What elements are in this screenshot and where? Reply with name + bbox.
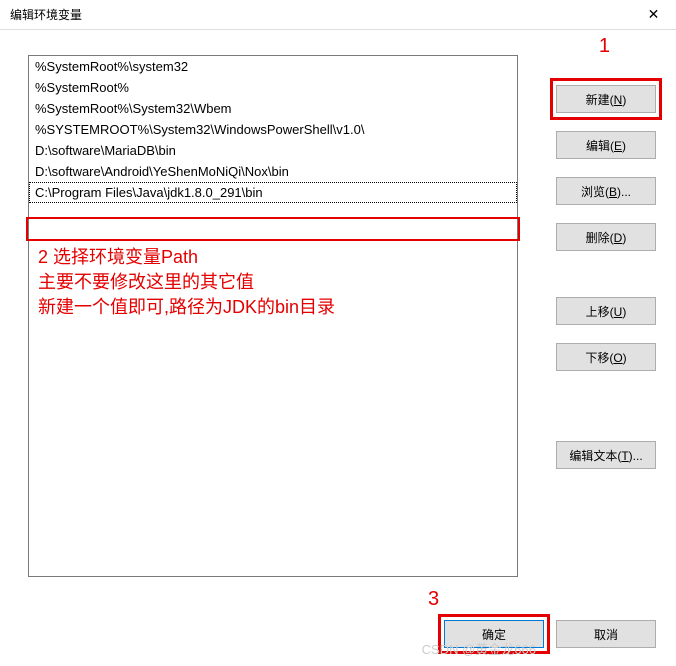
list-item[interactable]: %SystemRoot%: [29, 77, 517, 98]
annotation-3: 3: [428, 585, 439, 613]
window-title: 编辑环境变量: [10, 6, 82, 23]
list-item-selected[interactable]: C:\Program Files\Java\jdk1.8.0_291\bin: [29, 182, 517, 203]
list-item[interactable]: %SYSTEMROOT%\System32\WindowsPowerShell\…: [29, 119, 517, 140]
path-listbox[interactable]: %SystemRoot%\system32 %SystemRoot% %Syst…: [28, 55, 518, 577]
list-item[interactable]: %SystemRoot%\System32\Wbem: [29, 98, 517, 119]
edittext-button[interactable]: 编辑文本(T)...: [556, 441, 656, 469]
button-sidebar: 新建(N) 编辑(E) 浏览(B)... 删除(D) 上移(U) 下移(O) 编…: [556, 85, 656, 469]
delete-button[interactable]: 删除(D): [556, 223, 656, 251]
close-button[interactable]: ✕: [631, 0, 676, 30]
browse-button[interactable]: 浏览(B)...: [556, 177, 656, 205]
ok-button[interactable]: 确定: [444, 620, 544, 648]
edit-button[interactable]: 编辑(E): [556, 131, 656, 159]
new-button[interactable]: 新建(N): [556, 85, 656, 113]
cancel-button[interactable]: 取消: [556, 620, 656, 648]
close-icon: ✕: [648, 6, 660, 23]
annotation-1: 1: [599, 32, 610, 60]
footer-buttons: 确定 取消: [444, 620, 656, 648]
list-item[interactable]: D:\software\MariaDB\bin: [29, 140, 517, 161]
list-item[interactable]: D:\software\Android\YeShenMoNiQi\Nox\bin: [29, 161, 517, 182]
movedown-button[interactable]: 下移(O): [556, 343, 656, 371]
moveup-button[interactable]: 上移(U): [556, 297, 656, 325]
list-item[interactable]: %SystemRoot%\system32: [29, 56, 517, 77]
dialog-content: %SystemRoot%\system32 %SystemRoot% %Syst…: [0, 30, 676, 597]
annotation-highlight-item: [26, 217, 520, 241]
titlebar: 编辑环境变量 ✕: [0, 0, 676, 30]
